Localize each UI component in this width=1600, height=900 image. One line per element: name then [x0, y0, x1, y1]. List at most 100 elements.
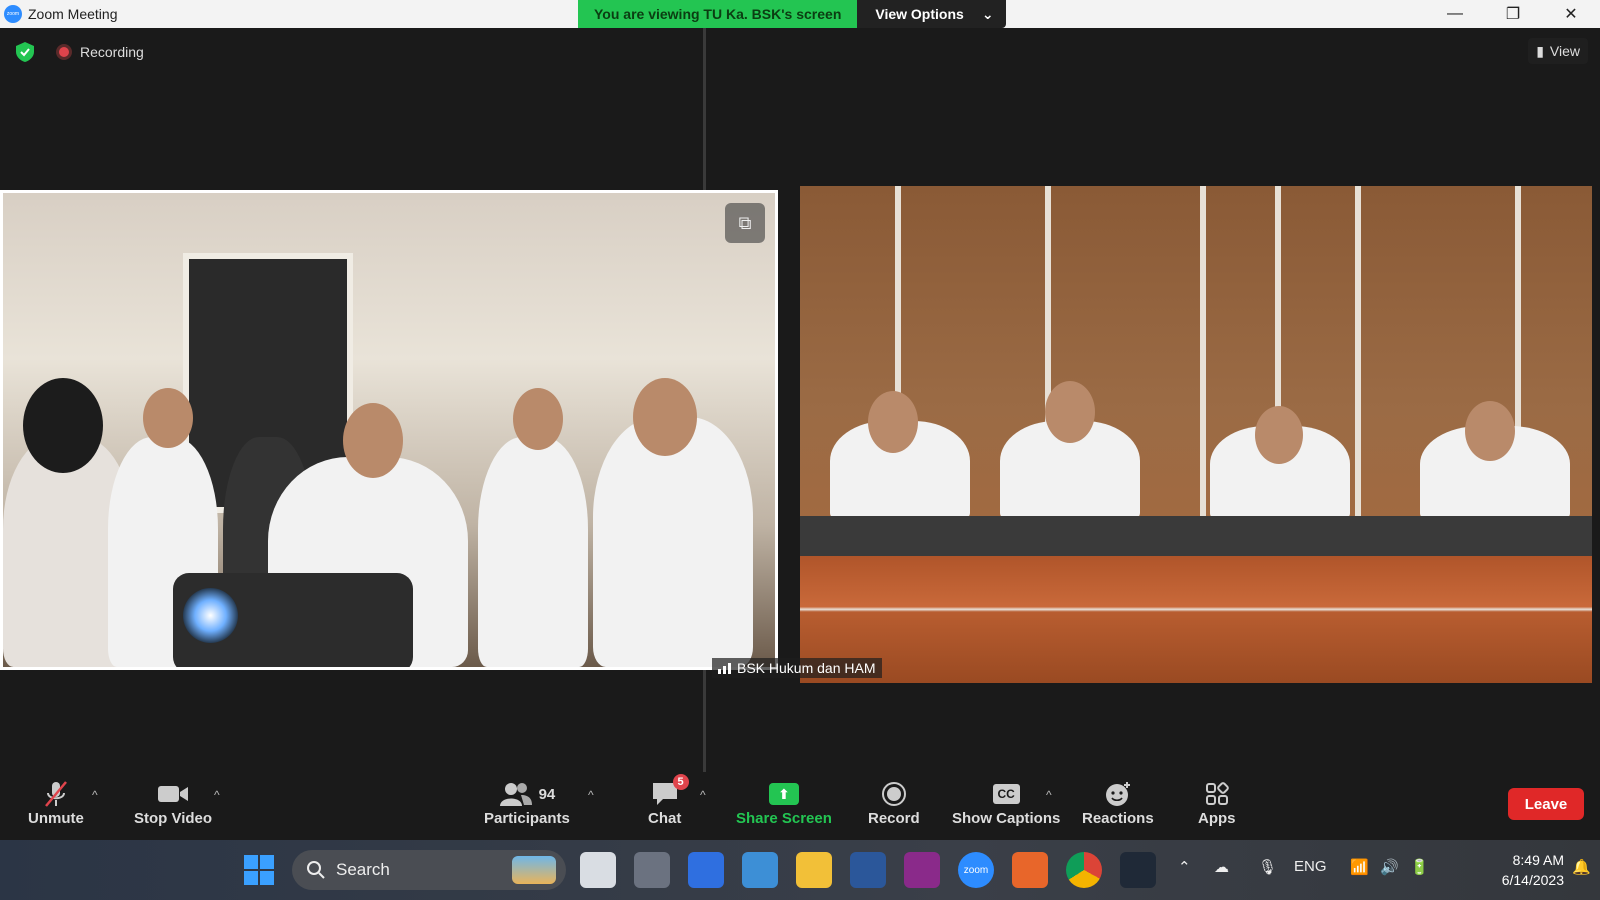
chat-label: Chat [648, 810, 682, 827]
record-icon [881, 778, 907, 810]
zoom-logo-icon: zoom [4, 5, 22, 23]
apps-button[interactable]: Apps [1198, 778, 1236, 827]
windows-start-icon[interactable] [244, 855, 274, 885]
participant-image [478, 437, 588, 667]
close-button[interactable]: ✕ [1542, 0, 1600, 28]
stop-video-label: Stop Video [134, 810, 213, 827]
notepad-icon[interactable] [742, 852, 778, 888]
camera-icon [157, 778, 189, 810]
table-image [800, 516, 1592, 556]
leave-button[interactable]: Leave [1508, 788, 1584, 820]
table-front-image [800, 556, 1592, 683]
chat-options-caret-icon[interactable]: ^ [700, 788, 706, 802]
record-button[interactable]: Record [868, 778, 920, 827]
shield-icon[interactable] [16, 42, 34, 62]
restore-button[interactable]: ❐ [1484, 0, 1542, 28]
snipping-tool-icon[interactable] [580, 852, 616, 888]
zoom-app-icon[interactable]: zoom [958, 852, 994, 888]
participant-image [143, 388, 193, 448]
clock-time: 8:49 AM [1512, 852, 1564, 868]
share-screen-icon: ⬆ [768, 778, 799, 810]
participant-image [513, 388, 563, 450]
projector-lens-image [183, 588, 238, 643]
clock-date: 6/14/2023 [1501, 872, 1564, 888]
share-screen-button[interactable]: ⬆ Share Screen [736, 778, 832, 827]
participant-image [343, 403, 403, 478]
calculator-icon[interactable] [634, 852, 670, 888]
participants-icon: 94 [499, 778, 556, 810]
participants-count: 94 [538, 785, 556, 803]
notifications-icon[interactable]: 🔔 [1572, 858, 1591, 876]
unmute-button[interactable]: Unmute [28, 778, 84, 827]
signal-bars-icon [718, 662, 731, 674]
record-label: Record [868, 810, 920, 827]
chat-unread-badge: 5 [672, 774, 689, 790]
tray-chevron-up-icon[interactable]: ⌃ [1178, 858, 1191, 876]
participant-image [1045, 381, 1095, 443]
show-captions-button[interactable]: CC Show Captions [952, 778, 1060, 827]
taskbar-clock[interactable]: 8:49 AM 6/14/2023 [1502, 850, 1564, 890]
participant-image [1465, 401, 1515, 461]
wall-panel-image [1355, 186, 1361, 526]
view-options-button[interactable]: View Options ⌄ [857, 0, 1006, 28]
view-button[interactable]: ▮ View [1528, 38, 1588, 64]
reactions-button[interactable]: Reactions [1082, 778, 1154, 827]
audio-options-caret-icon[interactable]: ^ [92, 788, 98, 802]
minimize-button[interactable]: — [1426, 0, 1484, 28]
microphone-icon[interactable]: 🎙 [1258, 858, 1277, 876]
captions-icon: CC [992, 778, 1020, 810]
participant-image [868, 391, 918, 453]
view-label: View [1549, 43, 1580, 59]
share-banner: You are viewing TU Ka. BSK's screen View… [578, 0, 1006, 28]
chat-icon: 5 [651, 774, 689, 810]
meeting-toolbar: Unmute ^ Stop Video ^ 94 Participants ^ … [0, 772, 1600, 840]
chat-button[interactable]: 5 Chat [648, 774, 689, 827]
chrome-icon[interactable] [1066, 852, 1102, 888]
participants-label: Participants [484, 810, 570, 827]
shared-screen-video: ⧉ [0, 190, 778, 670]
video-options-caret-icon[interactable]: ^ [214, 788, 220, 802]
share-status-text: You are viewing TU Ka. BSK's screen [578, 0, 858, 28]
participant-image [633, 378, 697, 456]
file-explorer-icon[interactable] [796, 852, 832, 888]
participant-video [800, 186, 1592, 683]
app-icon[interactable] [1120, 852, 1156, 888]
volume-icon[interactable]: 🔊 [1380, 858, 1399, 876]
recording-dot-icon [56, 44, 72, 60]
meeting-stage: Recording ▮ View ⧉ BSK Hukum dan HAM [0, 28, 1600, 772]
participants-button[interactable]: 94 Participants [484, 778, 570, 827]
reactions-emoji-icon [1104, 778, 1132, 810]
copy-icon[interactable]: ⧉ [725, 203, 765, 243]
show-captions-label: Show Captions [952, 810, 1061, 827]
onedrive-icon[interactable]: ☁ [1214, 858, 1229, 876]
captions-options-caret-icon[interactable]: ^ [1046, 788, 1052, 802]
view-options-label: View Options [875, 6, 964, 22]
stop-video-button[interactable]: Stop Video [134, 778, 212, 827]
participant-name-tag: BSK Hukum dan HAM [712, 658, 882, 678]
participant-image [23, 378, 103, 473]
recording-label: Recording [80, 44, 144, 60]
captions-glyph: CC [992, 784, 1020, 804]
battery-icon[interactable]: 🔋 [1410, 858, 1429, 876]
pdf-app-icon[interactable] [904, 852, 940, 888]
search-icon [307, 861, 325, 879]
presentation-app-icon[interactable] [1012, 852, 1048, 888]
window-controls: — ❐ ✕ [1426, 0, 1600, 28]
participant-image [1255, 406, 1303, 464]
search-highlight-image [512, 856, 556, 884]
wifi-icon[interactable]: 📶 [1350, 858, 1369, 876]
window-title: Zoom Meeting [28, 6, 118, 22]
taskbar-search[interactable]: Search [292, 850, 566, 890]
participant-name: BSK Hukum dan HAM [737, 660, 876, 676]
language-indicator[interactable]: ENG [1294, 858, 1327, 875]
search-placeholder: Search [336, 860, 390, 879]
share-screen-label: Share Screen [736, 810, 832, 827]
unmute-label: Unmute [28, 810, 84, 827]
participants-options-caret-icon[interactable]: ^ [588, 788, 594, 802]
recording-indicator[interactable]: Recording [56, 44, 144, 60]
docs-icon[interactable] [688, 852, 724, 888]
word-icon[interactable] [850, 852, 886, 888]
wall-panel-image [1200, 186, 1206, 526]
apps-icon [1205, 778, 1229, 810]
reactions-label: Reactions [1082, 810, 1154, 827]
